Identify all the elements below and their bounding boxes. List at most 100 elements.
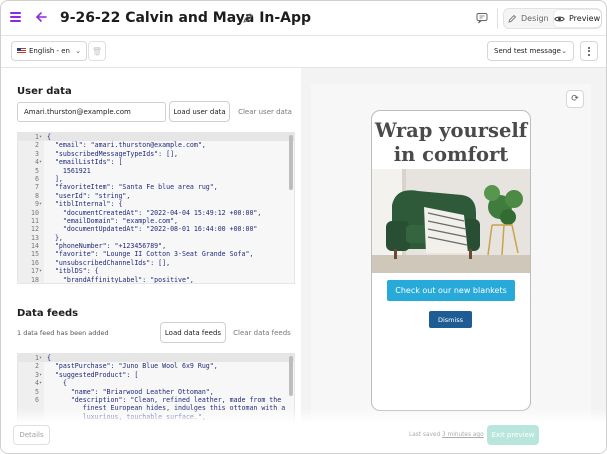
- code-text: "suggestedProduct": [: [47, 370, 139, 379]
- load-user-data-button[interactable]: Load user data: [169, 101, 230, 122]
- details-button[interactable]: Details: [13, 425, 50, 445]
- line-number: 3: [35, 149, 39, 158]
- line-number: 9: [35, 200, 39, 209]
- code-line: 16 "unsubscribedChannelIds": [],: [18, 259, 294, 267]
- line-number: 13: [31, 233, 39, 242]
- code-text: "itblInternal": {: [47, 200, 123, 209]
- line-number: 6: [35, 174, 39, 183]
- fold-toggle-icon[interactable]: ▾: [39, 158, 42, 166]
- chat-bubble-icon[interactable]: [475, 11, 489, 25]
- send-test-message-dropdown[interactable]: Send test message ⌄: [487, 41, 574, 61]
- chevron-down-icon: ⌄: [75, 47, 81, 55]
- language-select[interactable]: English - en ⌄: [11, 41, 87, 61]
- user-data-heading: User data: [17, 86, 72, 97]
- code-text: "favorite": "Lounge II Cotton 3-Seat Gra…: [47, 250, 254, 259]
- line-number: 1: [35, 354, 39, 362]
- code-line: 6 "description": "Clean, refined leather…: [18, 396, 294, 404]
- code-text: 1561921: [47, 166, 91, 175]
- exit-preview-button[interactable]: Exit preview: [487, 425, 539, 445]
- edit-pencil-icon[interactable]: [242, 12, 254, 24]
- code-text: ],: [47, 174, 63, 183]
- editor-scrollbar[interactable]: [289, 356, 293, 396]
- code-line: 11 "emailDomain": "example.com",: [18, 217, 294, 225]
- code-line: 13 },: [18, 234, 294, 242]
- delete-locale-button[interactable]: 🗑: [88, 41, 106, 61]
- last-saved-time[interactable]: 3 minutes ago: [442, 432, 484, 438]
- code-text: "pastPurchase": "Juno Blue Wool 6x9 Rug"…: [47, 362, 218, 371]
- line-number: 7: [35, 183, 39, 192]
- design-pencil-icon: [508, 14, 517, 23]
- user-data-editor[interactable]: 1 ▾{2 "email": "amari.thurston@example.co…: [17, 132, 295, 284]
- code-text: "userId": "string",: [47, 191, 131, 200]
- code-text: "documentUpdatedAt": "2022-08-01 16:44:0…: [47, 225, 258, 234]
- last-saved-status: Last saved 3 minutes ago: [409, 432, 484, 438]
- clear-data-feeds-button[interactable]: Clear data feeds: [231, 322, 293, 343]
- back-arrow-icon[interactable]: [34, 10, 48, 24]
- code-line: 14 "phoneNumber": "+123456789",: [18, 242, 294, 250]
- line-number: 4: [35, 379, 39, 388]
- line-number: 5: [35, 166, 39, 175]
- code-line: 15 "favorite": "Lounge II Cotton 3-Seat …: [18, 250, 294, 258]
- code-text: "name": "Briarwood Leather Ottoman",: [47, 387, 214, 396]
- eye-icon: [554, 16, 565, 21]
- line-number: 15: [31, 250, 39, 259]
- code-text: {: [47, 379, 67, 388]
- code-text: "description": "Clean, refined leather, …: [47, 395, 282, 404]
- clear-user-data-button[interactable]: Clear user data: [235, 101, 295, 122]
- design-tab-label: Design: [521, 14, 549, 23]
- fold-toggle-icon[interactable]: ▾: [39, 133, 42, 141]
- design-tab[interactable]: Design: [508, 10, 552, 27]
- refresh-preview-button[interactable]: ⟳: [566, 90, 584, 108]
- fold-toggle-icon[interactable]: ▾: [39, 379, 42, 387]
- user-data-code-lines: 1 ▾{2 "email": "amari.thurston@example.co…: [18, 133, 294, 284]
- preview-tab-label: Preview: [569, 14, 601, 23]
- cta-button[interactable]: Check out our new blankets: [387, 280, 515, 301]
- code-text: "email": "amari.thurston@example.com",: [47, 141, 206, 150]
- line-number: 10: [31, 208, 39, 217]
- line-number: 1: [35, 133, 39, 141]
- line-number: 17: [31, 267, 39, 276]
- user-email-input[interactable]: [17, 102, 166, 122]
- code-line: 5 1561921: [18, 167, 294, 175]
- language-label: English - en: [29, 47, 70, 55]
- line-number: 11: [31, 216, 39, 225]
- refresh-icon: ⟳: [571, 94, 579, 104]
- code-line: 7 "favoriteItem": "Santa Fe blue area ru…: [18, 183, 294, 191]
- toolbar: English - en ⌄ 🗑 Send test message ⌄: [1, 36, 606, 68]
- editor-scrollbar[interactable]: [289, 135, 293, 190]
- hamburger-menu-icon[interactable]: [10, 12, 21, 22]
- fold-toggle-icon[interactable]: ▾: [39, 371, 42, 379]
- code-text: "phoneNumber": "+123456789",: [47, 242, 167, 251]
- fold-toggle-icon[interactable]: ▾: [39, 200, 42, 208]
- code-line: 12 "documentUpdatedAt": "2022-08-01 16:4…: [18, 225, 294, 233]
- send-test-label: Send test message: [494, 47, 561, 55]
- code-text: "brandAffinityLabel": "positive",: [47, 275, 194, 284]
- line-number: 16: [31, 258, 39, 267]
- trash-icon: 🗑: [91, 46, 103, 56]
- app-window: 9-26-22 Calvin and Maya In-App Design Pr…: [0, 0, 607, 454]
- data-feeds-heading: Data feeds: [17, 308, 79, 319]
- code-line: 10 "documentCreatedAt": "2022-04-04 15:4…: [18, 209, 294, 217]
- load-data-feeds-button[interactable]: Load data feeds: [160, 322, 226, 343]
- line-number: 6: [35, 395, 39, 404]
- code-line: 2 "pastPurchase": "Juno Blue Wool 6x9 Ru…: [18, 362, 294, 370]
- code-text: {: [47, 133, 51, 141]
- code-text: "emailDomain": "example.com",: [47, 216, 179, 225]
- dismiss-button[interactable]: Dismiss: [429, 311, 472, 328]
- more-options-button[interactable]: [580, 41, 598, 61]
- line-number: 8: [35, 191, 39, 200]
- line-number: 12: [31, 225, 39, 234]
- preview-tab[interactable]: Preview: [554, 10, 601, 27]
- preview-pane: ⟳ Wrap yourself in comfort Check out our…: [301, 68, 606, 424]
- top-header: 9-26-22 Calvin and Maya In-App Design Pr…: [1, 1, 606, 36]
- fold-toggle-icon[interactable]: ▾: [39, 354, 42, 362]
- header-divider: [497, 8, 498, 29]
- headline-line-2: in comfort: [393, 143, 509, 166]
- fold-toggle-icon[interactable]: ▾: [39, 267, 42, 275]
- message-headline: Wrap yourself in comfort: [372, 119, 530, 167]
- code-line: 18 "brandAffinityLabel": "positive",: [18, 275, 294, 284]
- code-line: 4 ▾ "emailListIds": [: [18, 158, 294, 166]
- data-feeds-count-note: 1 data feed has been added: [17, 329, 109, 337]
- line-number: 5: [35, 387, 39, 396]
- in-app-message-preview: Wrap yourself in comfort Check out our n…: [371, 110, 531, 411]
